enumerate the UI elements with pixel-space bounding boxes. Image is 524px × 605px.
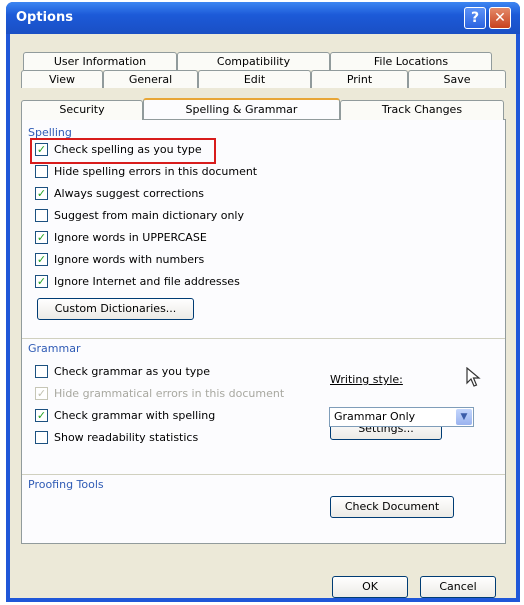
checkbox-empty-icon[interactable]	[35, 364, 48, 378]
tab-spelling-grammar[interactable]: Spelling & Grammar	[143, 98, 340, 119]
checkbox-empty-icon[interactable]	[35, 208, 48, 222]
tab-security[interactable]: Security	[21, 100, 143, 120]
checkbox-check-icon[interactable]: ✓	[35, 252, 48, 266]
checkbox-empty-icon[interactable]	[35, 430, 48, 444]
mouse-cursor-icon	[466, 367, 481, 387]
check-grammar-as-you-type[interactable]: Check grammar as you type	[35, 364, 210, 380]
tab-panel: Spelling ✓ Check spelling as you type Hid…	[21, 119, 506, 544]
checkbox-empty-icon[interactable]	[35, 164, 48, 178]
tab-save[interactable]: Save	[408, 70, 506, 88]
chevron-down-icon[interactable]: ▼	[456, 409, 472, 425]
show-readability-statistics[interactable]: Show readability statistics	[35, 430, 198, 446]
ignore-numbers[interactable]: ✓ Ignore words with numbers	[35, 252, 204, 268]
divider	[22, 338, 505, 339]
hide-spelling-errors[interactable]: Hide spelling errors in this document	[35, 164, 257, 180]
checkbox-check-icon[interactable]: ✓	[35, 408, 48, 422]
ignore-uppercase[interactable]: ✓ Ignore words in UPPERCASE	[35, 230, 207, 246]
check-grammar-with-spelling[interactable]: ✓ Check grammar with spelling	[35, 408, 215, 424]
tab-view[interactable]: View	[21, 70, 103, 88]
grammar-heading: Grammar	[28, 342, 81, 355]
hide-grammatical-errors: ✓ Hide grammatical errors in this documen…	[35, 386, 285, 400]
highlight-box	[30, 138, 216, 164]
checkbox-check-icon[interactable]: ✓	[35, 274, 48, 288]
dialog-title: Options	[16, 10, 73, 25]
dialog-client-area: User Information Compatibility File Loca…	[10, 34, 516, 598]
title-bar[interactable]: Options ? ✕	[6, 2, 520, 34]
check-document-button[interactable]: Check Document	[330, 496, 454, 518]
always-suggest-corrections[interactable]: ✓ Always suggest corrections	[35, 186, 204, 202]
writing-style-label: Writing style:	[330, 373, 403, 386]
tab-user-information[interactable]: User Information	[23, 52, 177, 70]
close-button[interactable]: ✕	[489, 7, 511, 29]
divider	[22, 474, 505, 475]
checkbox-check-icon: ✓	[35, 386, 48, 400]
writing-style-select[interactable]: Grammar Only ▼	[329, 407, 474, 427]
tab-file-locations[interactable]: File Locations	[330, 52, 492, 70]
help-button[interactable]: ?	[464, 7, 486, 29]
checkbox-check-icon[interactable]: ✓	[35, 186, 48, 200]
tab-edit[interactable]: Edit	[198, 70, 311, 88]
tab-print[interactable]: Print	[311, 70, 408, 88]
writing-style-value: Grammar Only	[334, 410, 416, 423]
options-dialog: Options ? ✕ User Information Compatibili…	[6, 2, 520, 602]
tab-general[interactable]: General	[103, 70, 198, 88]
cancel-button[interactable]: Cancel	[420, 576, 496, 598]
suggest-from-main-dictionary[interactable]: Suggest from main dictionary only	[35, 208, 244, 224]
checkbox-check-icon[interactable]: ✓	[35, 230, 48, 244]
tab-track-changes[interactable]: Track Changes	[340, 100, 504, 120]
ignore-internet-addresses[interactable]: ✓ Ignore Internet and file addresses	[35, 274, 240, 290]
ok-button[interactable]: OK	[332, 576, 408, 598]
proofing-tools-heading: Proofing Tools	[28, 478, 104, 491]
custom-dictionaries-button[interactable]: Custom Dictionaries...	[37, 298, 194, 320]
tab-compatibility[interactable]: Compatibility	[177, 52, 330, 70]
